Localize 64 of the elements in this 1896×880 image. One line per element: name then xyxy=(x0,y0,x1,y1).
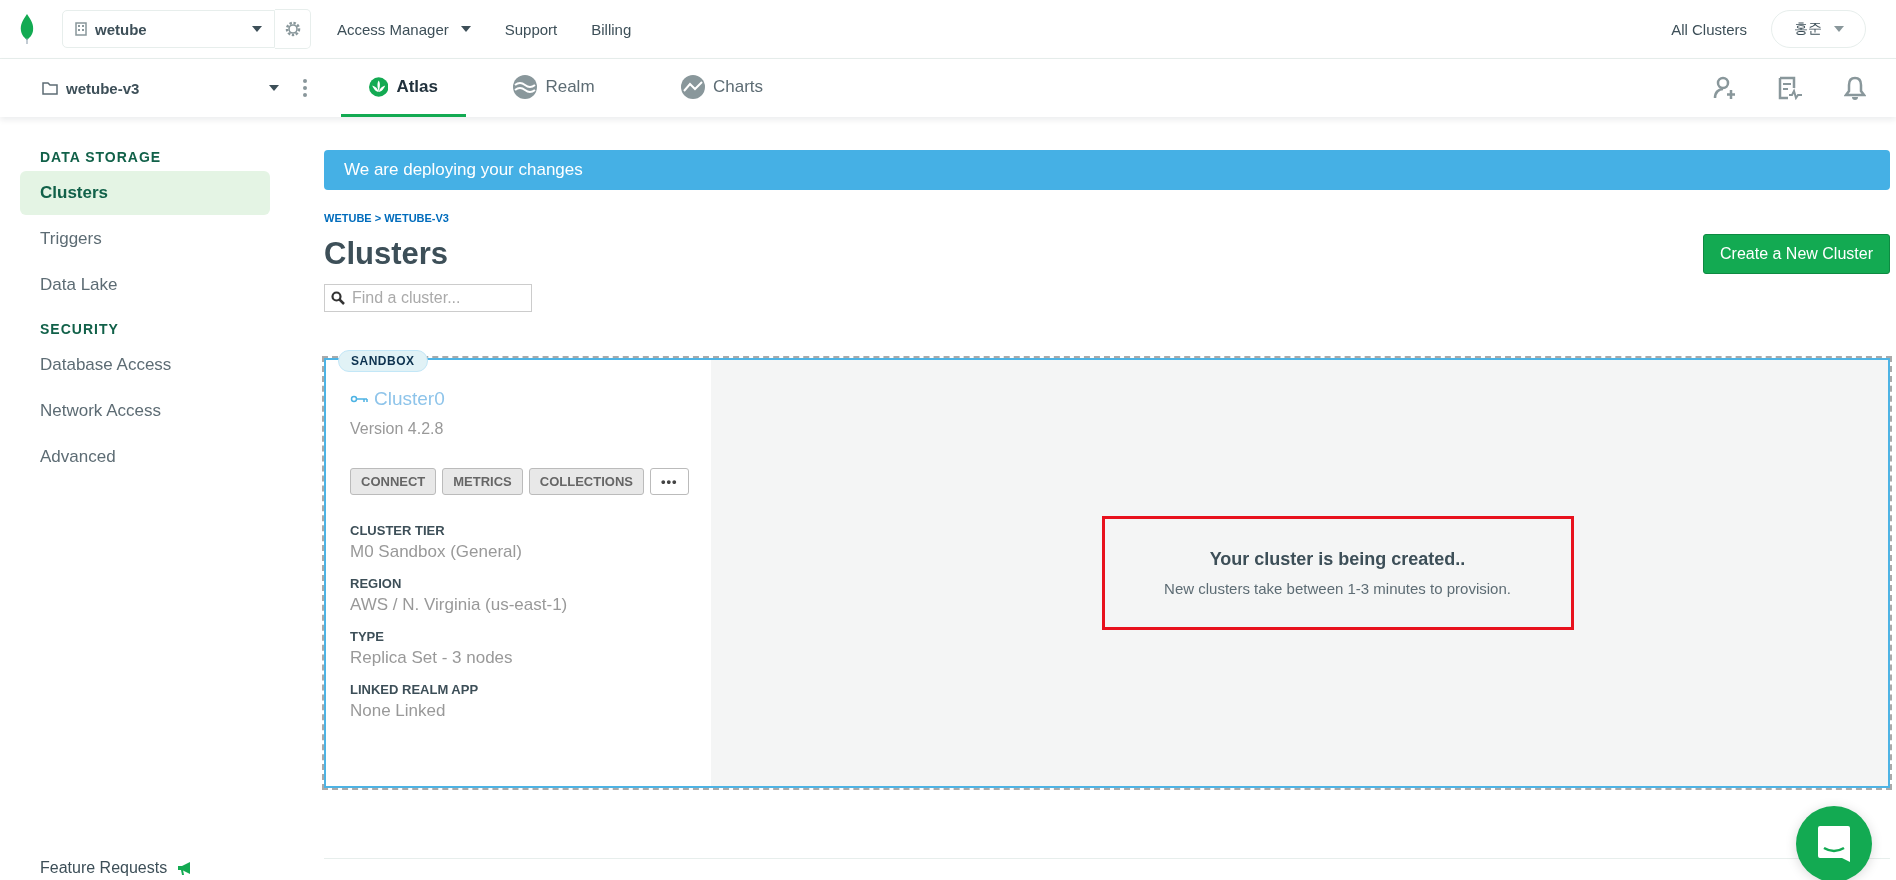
settings-button[interactable] xyxy=(275,9,311,49)
breadcrumb[interactable]: WETUBE > WETUBE-V3 xyxy=(324,212,1890,224)
cluster-action-button[interactable]: METRICS xyxy=(442,468,523,495)
chat-icon xyxy=(1816,824,1852,864)
organization-name: wetube xyxy=(95,20,148,38)
nav-link[interactable]: Billing xyxy=(591,20,632,38)
sidebar-item[interactable]: Triggers xyxy=(20,217,270,261)
cluster-version: Version 4.2.8 xyxy=(350,420,445,438)
add-user-icon[interactable] xyxy=(1712,76,1738,100)
leaf-circle-icon xyxy=(369,74,389,99)
caret-icon xyxy=(269,85,279,91)
sidebar-item[interactable]: Network Access xyxy=(20,389,270,433)
detail-label: CLUSTER TIER xyxy=(350,523,446,538)
section-heading: DATA STORAGE xyxy=(39,148,163,167)
detail-value: None Linked xyxy=(350,701,447,721)
project-name: wetube-v3 xyxy=(66,79,141,97)
cluster-action-button[interactable]: COLLECTIONS xyxy=(528,468,644,495)
user-menu-button[interactable]: 홍준 xyxy=(1771,10,1866,48)
caret-icon xyxy=(460,26,471,32)
tab-label: Charts xyxy=(712,76,764,97)
folder-icon xyxy=(42,81,58,95)
detail-label: REGION xyxy=(350,576,403,591)
deploy-banner: We are deploying your changes xyxy=(324,150,1890,190)
sandbox-badge: SANDBOX xyxy=(338,350,428,372)
product-tab[interactable]: Atlas xyxy=(341,59,466,117)
feature-requests-link[interactable]: Feature Requests xyxy=(20,859,270,880)
all-clusters-link[interactable]: All Clusters xyxy=(1671,20,1747,38)
organization-selector[interactable]: wetube xyxy=(62,10,275,48)
sidebar-item[interactable]: Database Access xyxy=(20,343,270,387)
detail-label: TYPE xyxy=(350,629,385,644)
key-icon xyxy=(350,395,368,403)
project-selector[interactable]: wetube-v3 xyxy=(42,79,279,97)
status-title: Your cluster is being created.. xyxy=(1209,549,1466,570)
activity-document-icon[interactable] xyxy=(1778,76,1804,100)
status-text: New clusters take between 1-3 minutes to provision. xyxy=(1164,580,1511,597)
sidebar-item[interactable]: Advanced xyxy=(20,435,270,479)
wave-circle-icon xyxy=(513,74,538,99)
sidebar-item[interactable]: Clusters xyxy=(20,171,270,215)
detail-value: Replica Set - 3 nodes xyxy=(350,648,514,668)
cluster-action-button[interactable]: ••• xyxy=(649,468,689,495)
caret-icon xyxy=(252,26,262,32)
section-heading: SECURITY xyxy=(39,320,120,339)
settings-icon xyxy=(283,20,302,38)
tab-label: Realm xyxy=(545,76,595,97)
page-title: Clusters xyxy=(324,236,449,272)
leaf-logo-icon[interactable] xyxy=(20,14,34,44)
cluster-action-button[interactable]: CONNECT xyxy=(350,468,437,495)
building-icon xyxy=(75,22,87,36)
detail-value: AWS / N. Virginia (us-east-1) xyxy=(350,595,569,615)
chart-circle-icon xyxy=(680,74,705,99)
create-cluster-button[interactable]: Create a New Cluster xyxy=(1703,234,1890,274)
bell-icon[interactable] xyxy=(1844,76,1866,100)
search-field[interactable]: Find a cluster... xyxy=(324,284,532,312)
product-tab[interactable]: Realm xyxy=(474,59,634,117)
detail-value: M0 Sandbox (General) xyxy=(350,542,523,562)
caret-icon xyxy=(1833,26,1844,32)
detail-label: LINKED REALM APP xyxy=(350,682,480,697)
tab-label: Atlas xyxy=(396,76,438,97)
sidebar-item[interactable]: Data Lake xyxy=(20,263,270,307)
chat-button[interactable] xyxy=(1796,806,1872,880)
nav-link[interactable]: Support xyxy=(504,20,558,38)
nav-link[interactable]: Access Manager xyxy=(337,20,471,38)
product-tab[interactable]: Charts xyxy=(642,59,802,117)
more-options-icon[interactable] xyxy=(303,79,307,97)
